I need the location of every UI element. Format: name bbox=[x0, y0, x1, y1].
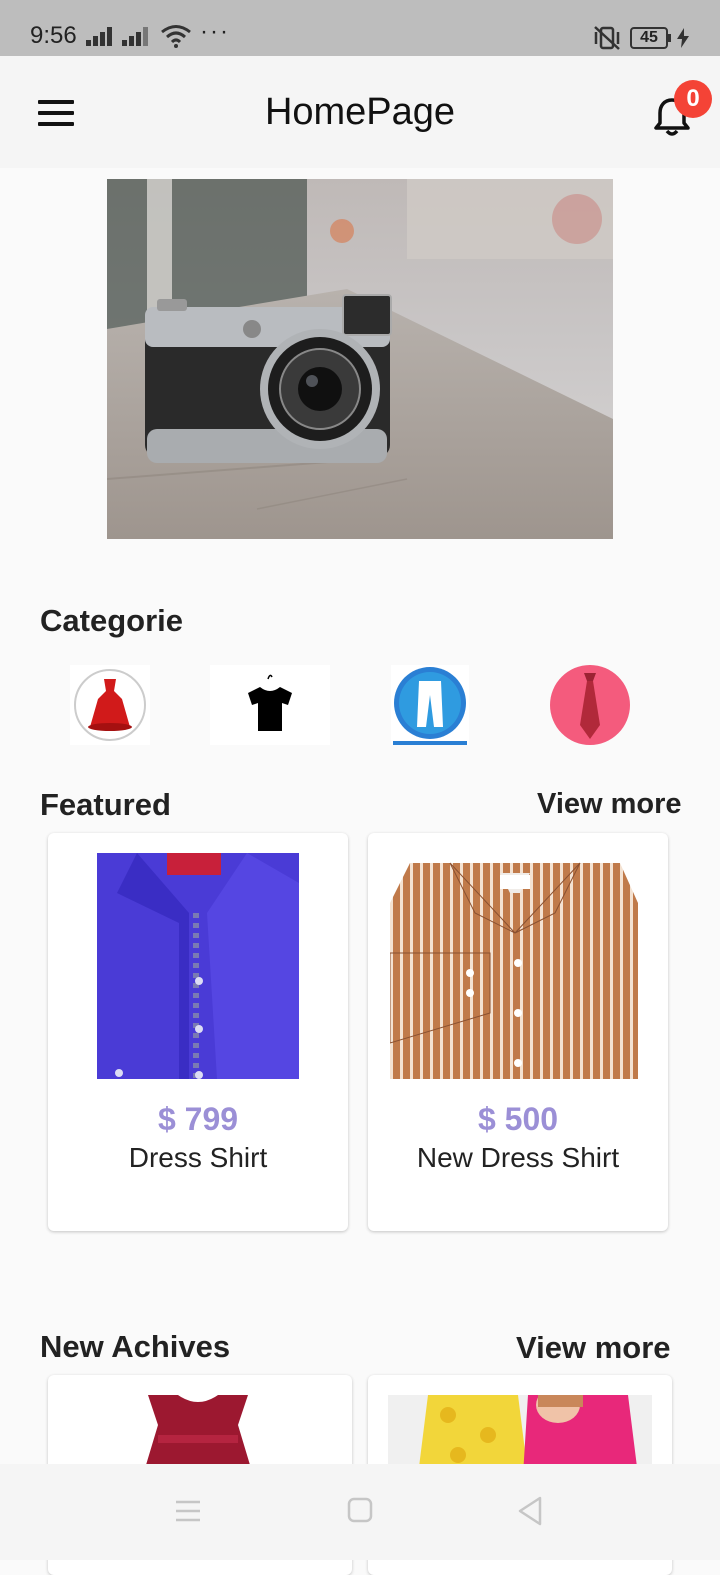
product-card-dress-shirt[interactable]: $ 799 Dress Shirt bbox=[48, 833, 348, 1231]
category-dress-icon[interactable] bbox=[70, 665, 150, 745]
charging-icon bbox=[677, 28, 689, 48]
app-bar: HomePage 0 bbox=[0, 56, 720, 168]
notification-badge: 0 bbox=[674, 80, 712, 118]
product-card-new-dress-shirt[interactable]: $ 500 New Dress Shirt bbox=[368, 833, 668, 1231]
back-icon[interactable] bbox=[516, 1494, 544, 1528]
categories-title: Categorie bbox=[40, 603, 183, 638]
product-image-blue-shirt bbox=[97, 853, 299, 1079]
product-image-kids-dresses bbox=[388, 1395, 652, 1475]
more-status-icon: ··· bbox=[200, 18, 230, 45]
featured-view-more-link[interactable]: View more bbox=[537, 788, 682, 821]
hero-camera-image bbox=[107, 179, 613, 539]
product-price: $ 799 bbox=[157, 1101, 239, 1137]
vibrate-off-icon bbox=[594, 26, 620, 50]
product-name: Dress Shirt bbox=[128, 1142, 268, 1173]
product-name: New Dress Shirt bbox=[416, 1142, 620, 1173]
new-arrivals-view-more-link[interactable]: View more bbox=[516, 1330, 671, 1366]
featured-title: Featured bbox=[40, 787, 171, 822]
category-tshirt-icon[interactable] bbox=[210, 665, 330, 745]
status-time: 9:56 bbox=[30, 22, 77, 49]
page-title: HomePage bbox=[264, 91, 456, 133]
battery-icon: 45 bbox=[630, 27, 671, 49]
cell-signal-2-icon bbox=[122, 26, 152, 46]
category-tie-icon[interactable] bbox=[550, 665, 630, 745]
system-nav-bar bbox=[0, 1464, 720, 1560]
status-bar: 9:56 ··· 45 bbox=[0, 0, 720, 56]
product-image-striped-shirt bbox=[390, 862, 638, 1079]
wifi-icon bbox=[161, 25, 191, 48]
category-pants-icon[interactable] bbox=[391, 665, 469, 745]
new-arrivals-title: New Achives bbox=[40, 1329, 231, 1364]
product-image-red-dress bbox=[143, 1395, 253, 1475]
recent-apps-icon[interactable] bbox=[174, 1494, 202, 1528]
product-price: $ 500 bbox=[477, 1101, 559, 1137]
cell-signal-icon bbox=[86, 26, 116, 46]
home-icon[interactable] bbox=[346, 1494, 374, 1528]
